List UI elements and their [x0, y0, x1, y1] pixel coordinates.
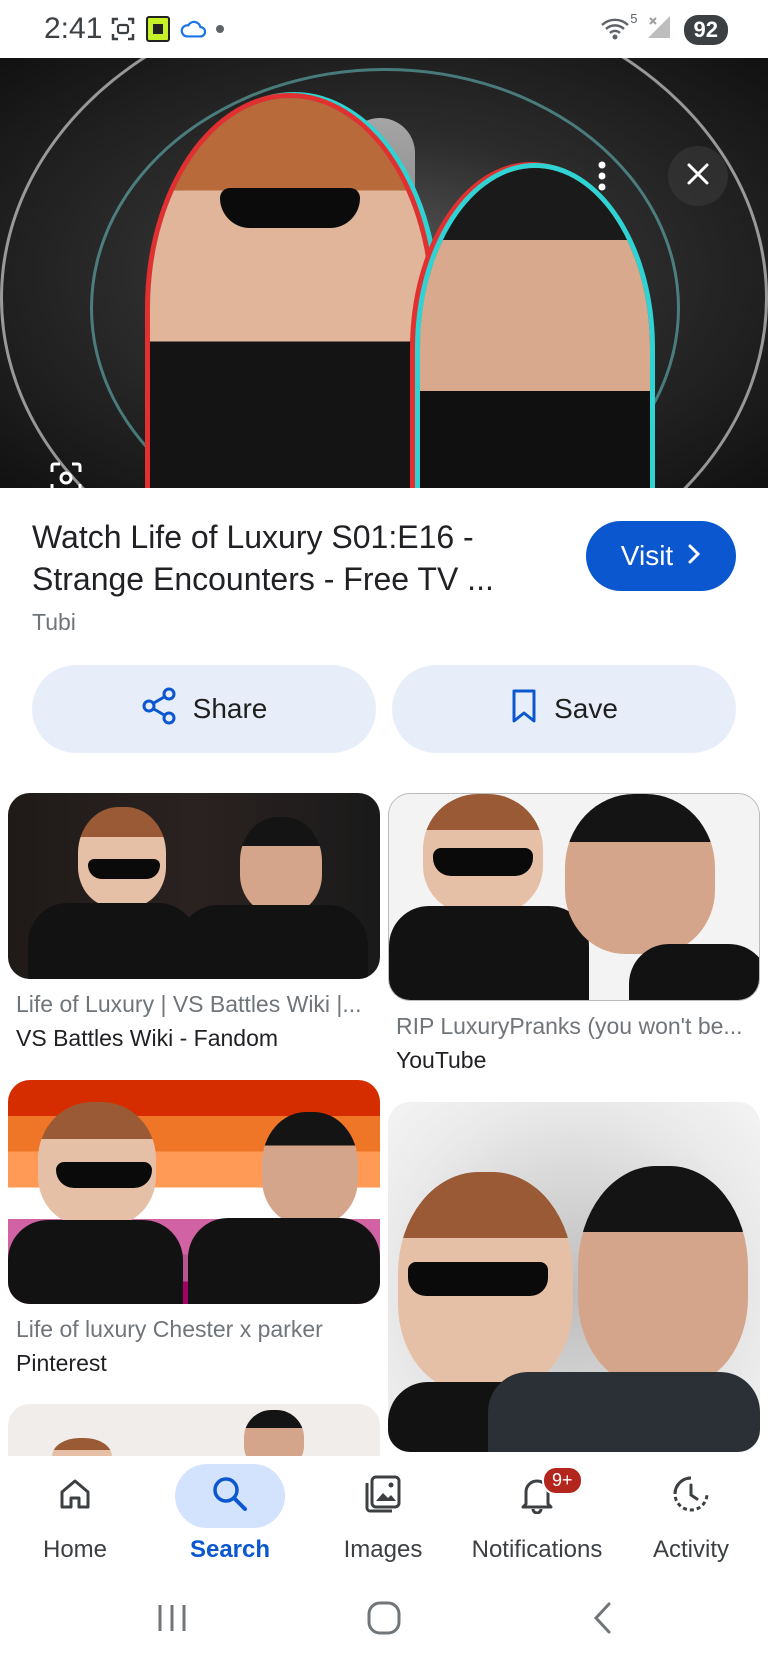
notification-badge: 9+: [542, 1466, 583, 1495]
visit-button[interactable]: Visit: [586, 521, 736, 591]
related-title: RIP LuxuryPranks (you won't be...: [396, 1013, 743, 1039]
related-thumbnail[interactable]: [8, 793, 380, 979]
more-notifications-dot-icon: [216, 25, 224, 33]
lens-icon: [49, 461, 83, 488]
nav-label: Activity: [652, 1536, 729, 1563]
status-bar: 2:41 5 92: [0, 0, 768, 58]
nav-label: Notifications: [471, 1536, 603, 1563]
hero-image[interactable]: [0, 58, 768, 488]
related-source: YouTube: [396, 1047, 487, 1073]
wifi-icon: 5: [600, 11, 638, 43]
hero-sunglasses: [220, 188, 360, 228]
related-thumbnail[interactable]: [8, 1080, 380, 1304]
nav-label: Search: [189, 1536, 271, 1563]
status-notification-icons: [110, 16, 224, 42]
signal-icon: [646, 14, 672, 45]
related-thumbnail[interactable]: [8, 1404, 380, 1464]
battery-indicator: 92: [683, 14, 728, 45]
back-icon: [591, 1601, 613, 1640]
related-thumbnail[interactable]: [388, 1102, 760, 1452]
screenshot-icon: [110, 16, 136, 42]
result-source: Tubi: [32, 609, 76, 635]
related-source: Pinterest: [16, 1350, 107, 1376]
status-time: 2:41: [44, 12, 103, 45]
save-button[interactable]: Save: [392, 665, 736, 753]
close-button[interactable]: [668, 146, 728, 206]
home-icon: [57, 1476, 93, 1517]
recent-apps-button[interactable]: [132, 1590, 212, 1650]
back-button[interactable]: [562, 1590, 642, 1650]
images-icon: [363, 1474, 403, 1519]
nav-images[interactable]: Images: [308, 1456, 458, 1576]
search-icon: [211, 1475, 249, 1518]
share-icon: [141, 687, 177, 732]
home-circle-icon: [366, 1600, 402, 1641]
system-navigation-bar: [0, 1576, 768, 1664]
related-source: VS Battles Wiki - Fandom: [16, 1025, 279, 1051]
result-title[interactable]: Watch Life of Luxury S01:E16 - Strange E…: [32, 516, 552, 600]
bottom-navigation: Home Search Images 9+ Notifications Acti…: [0, 1456, 768, 1576]
share-button[interactable]: Share: [32, 665, 376, 753]
chevron-right-icon: [687, 540, 701, 572]
recent-apps-icon: [156, 1603, 188, 1638]
cloud-icon: [180, 16, 206, 42]
app-notification-icon: [146, 16, 170, 42]
nav-label: Home: [42, 1536, 108, 1563]
more-options-button[interactable]: [572, 148, 632, 208]
visit-label: Visit: [620, 540, 674, 571]
status-system-icons: 5 92: [600, 11, 728, 45]
save-label: Save: [554, 693, 618, 724]
nav-home[interactable]: Home: [0, 1456, 150, 1576]
home-system-button[interactable]: [344, 1590, 424, 1650]
more-vert-icon: [597, 161, 607, 196]
related-title: Life of luxury Chester x parker: [16, 1316, 323, 1342]
activity-icon: [671, 1474, 711, 1519]
nav-search[interactable]: Search: [155, 1456, 305, 1576]
share-label: Share: [192, 693, 268, 724]
nav-activity[interactable]: Activity: [616, 1456, 766, 1576]
nav-label: Images: [343, 1536, 423, 1563]
close-icon: [686, 162, 710, 191]
wifi-badge: 5: [630, 10, 638, 26]
related-title: Life of Luxury | VS Battles Wiki |...: [16, 991, 362, 1017]
bookmark-icon: [510, 688, 538, 731]
related-thumbnail[interactable]: [388, 793, 760, 1001]
nav-notifications[interactable]: 9+ Notifications: [462, 1456, 612, 1576]
